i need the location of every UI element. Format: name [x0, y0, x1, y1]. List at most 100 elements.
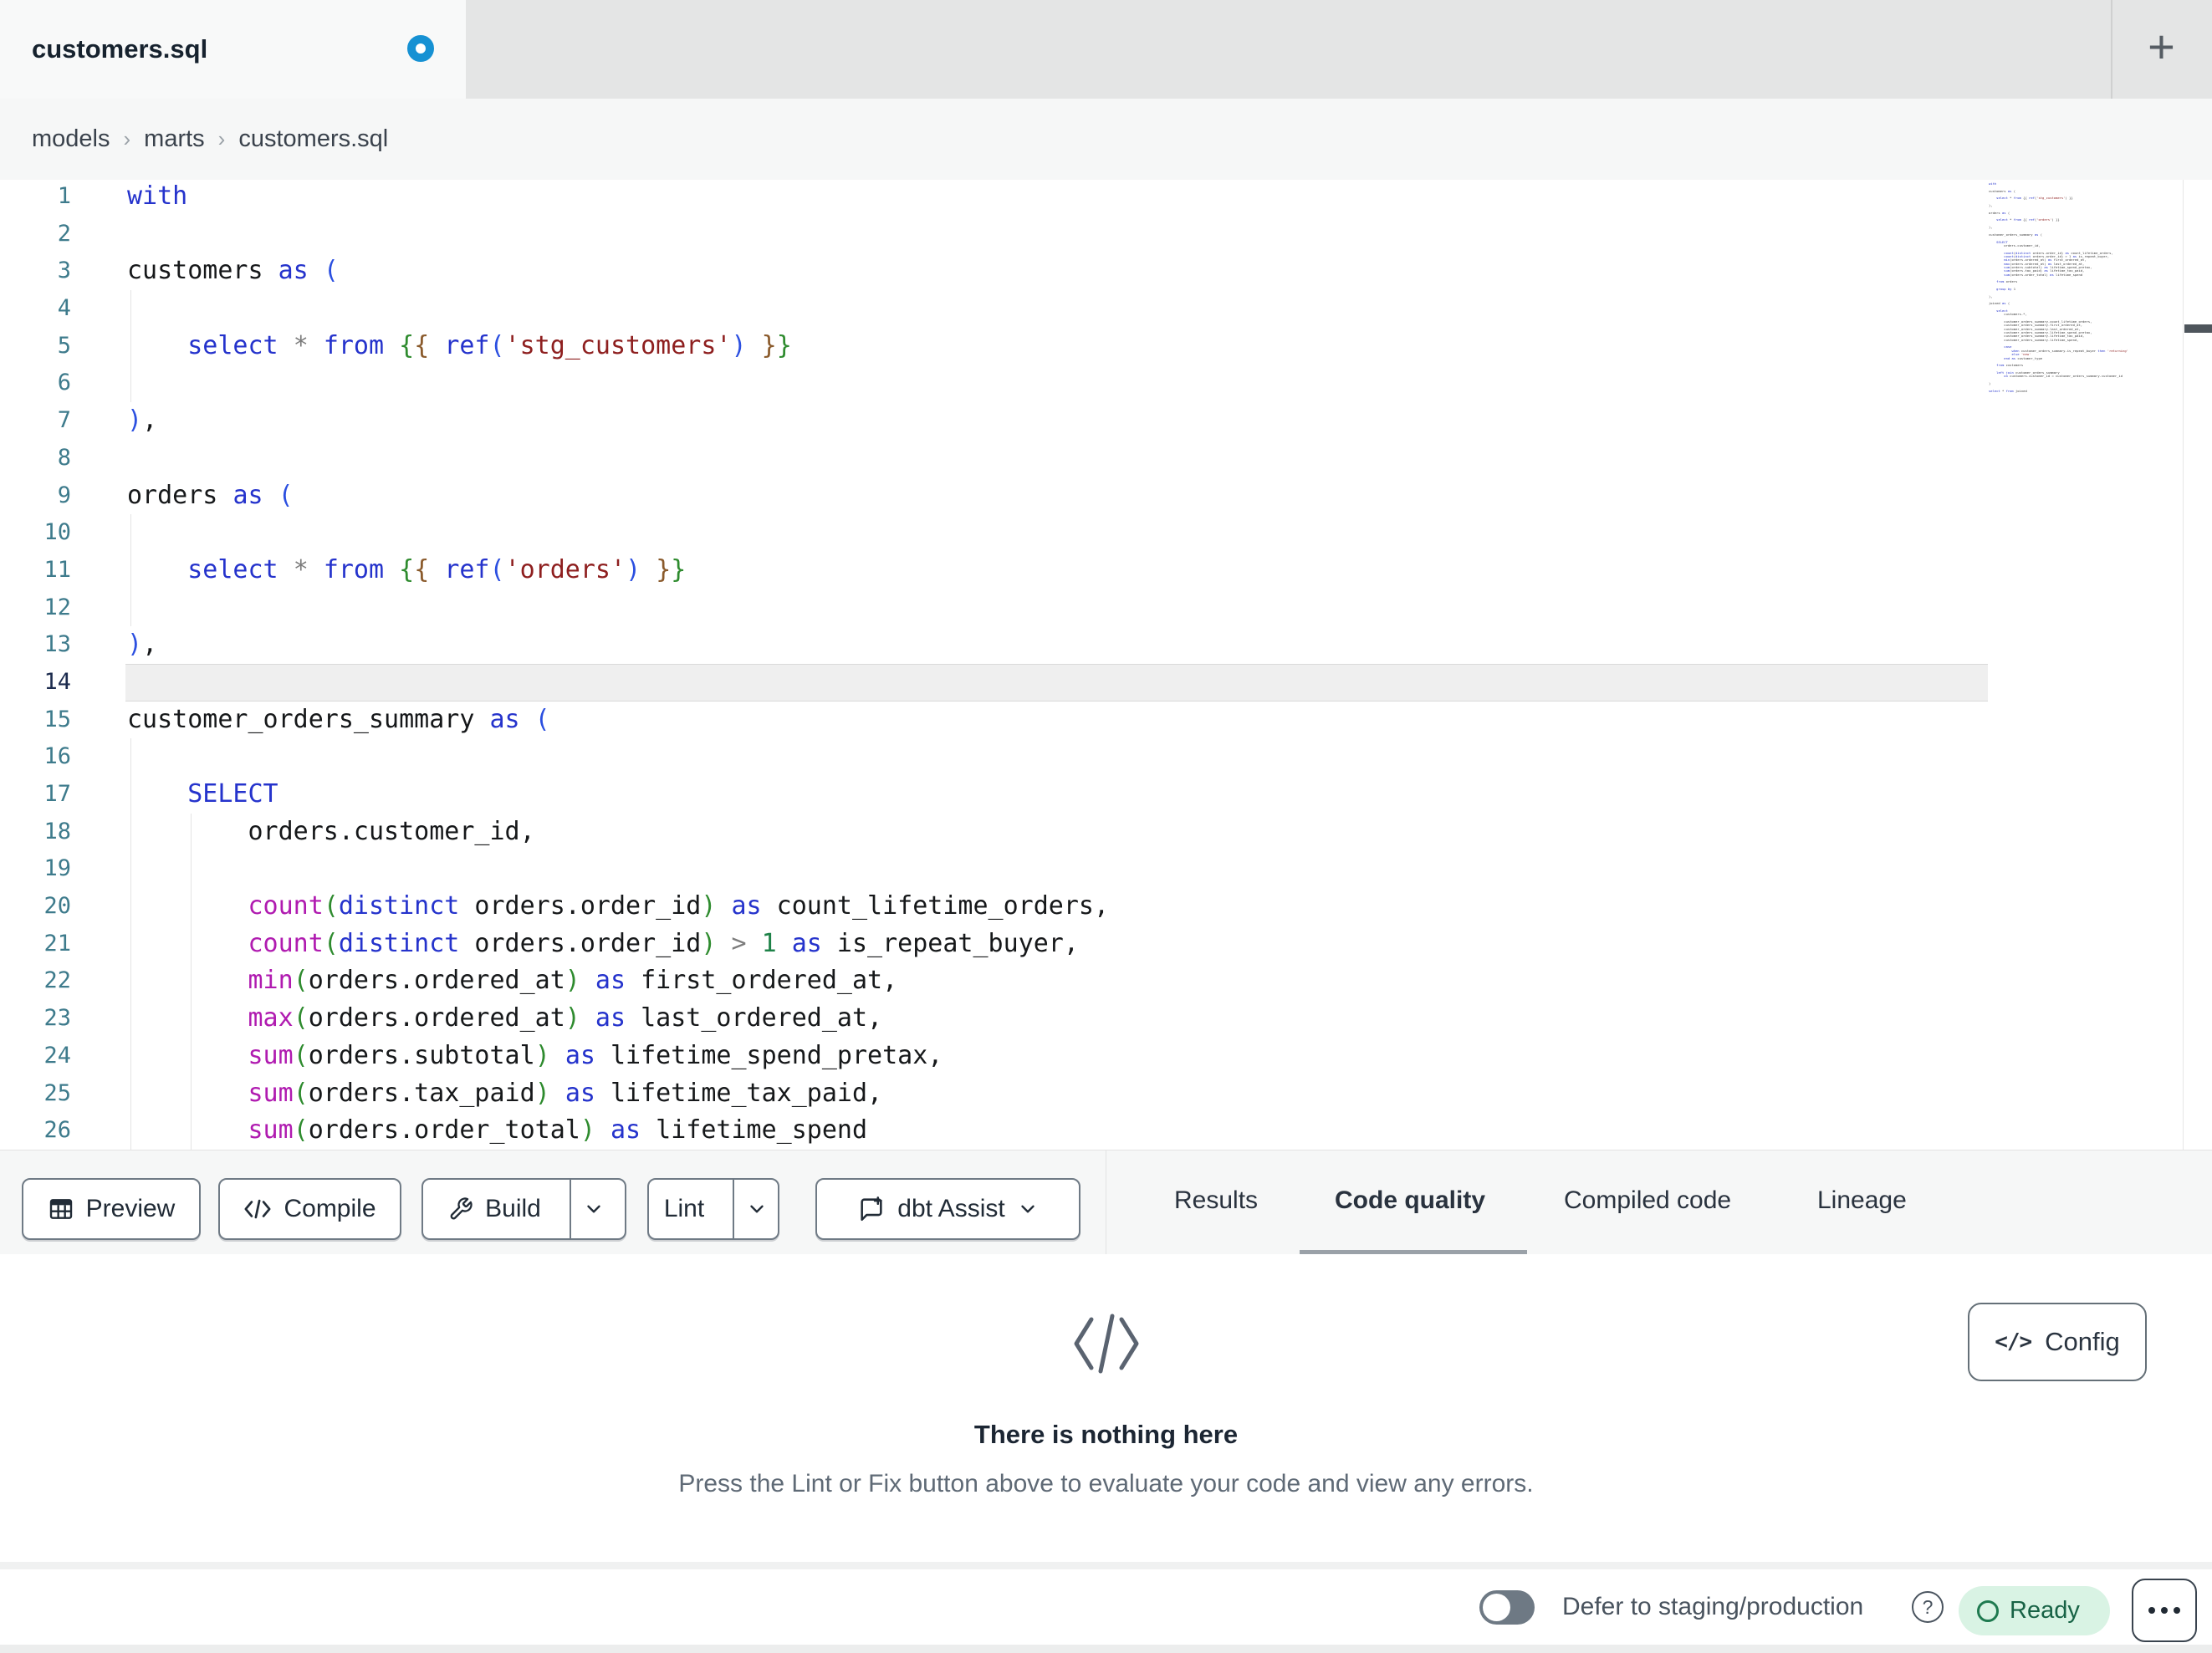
indent-guide	[191, 850, 192, 889]
breadcrumb-item-marts[interactable]: marts	[144, 125, 205, 153]
code-line[interactable]: 8	[0, 440, 2212, 477]
defer-toggle[interactable]	[1479, 1590, 1535, 1625]
minimap[interactable]: with customers as ( select * from {{ ref…	[1989, 182, 2181, 433]
line-number: 5	[57, 332, 71, 359]
line-number: 15	[43, 706, 71, 732]
breadcrumb: models › marts › customers.sql	[32, 99, 388, 180]
new-tab-button[interactable]: +	[2111, 0, 2212, 99]
code-line-text: count(distinct orders.order_id) as count…	[248, 891, 1110, 921]
line-number: 3	[57, 258, 71, 284]
line-number: 11	[43, 556, 71, 583]
tab-lineage[interactable]: Lineage	[1817, 1150, 1907, 1250]
code-line-text: sum(orders.tax_paid) as lifetime_tax_pai…	[248, 1078, 883, 1108]
code-line[interactable]: 10	[0, 514, 2212, 552]
line-number: 26	[43, 1117, 71, 1144]
code-line[interactable]: 17 SELECT	[0, 776, 2212, 814]
chat-sparkle-icon	[861, 1196, 883, 1222]
chevron-down-icon	[587, 1205, 600, 1213]
code-line[interactable]: 13),	[0, 626, 2212, 664]
line-number: 14	[43, 668, 71, 695]
indent-guide	[130, 738, 131, 776]
code-icon: </>	[1995, 1329, 2032, 1355]
compile-button[interactable]: Compile	[218, 1178, 401, 1240]
tab-compiled-code[interactable]: Compiled code	[1564, 1150, 1731, 1250]
code-line-text: SELECT	[187, 779, 278, 809]
lint-split-button: Lint	[647, 1178, 779, 1240]
line-number: 17	[43, 781, 71, 807]
config-button-label: Config	[2045, 1327, 2120, 1356]
line-number: 1	[57, 183, 71, 209]
code-line-text: select * from {{ ref('stg_customers') }}	[187, 330, 792, 360]
code-line[interactable]: 22 min(orders.ordered_at) as first_order…	[0, 962, 2212, 1001]
build-dropdown-button[interactable]	[569, 1180, 616, 1238]
dbt-assist-button[interactable]: dbt Assist	[815, 1178, 1080, 1240]
code-line[interactable]: 16	[0, 738, 2212, 776]
breadcrumb-separator-icon: ›	[217, 126, 226, 151]
code-line[interactable]: 26 sum(orders.order_total) as lifetime_s…	[0, 1112, 2212, 1150]
code-line-text: customers as (	[127, 256, 339, 286]
line-number: 12	[43, 594, 71, 620]
code-line[interactable]: 1 with	[0, 180, 2212, 216]
file-tab[interactable]: customers.sql	[0, 0, 466, 99]
code-line[interactable]: 9 orders as (	[0, 477, 2212, 515]
preview-button[interactable]: Preview	[22, 1178, 201, 1240]
code-line[interactable]: 19	[0, 850, 2212, 889]
code-line-text: customer_orders_summary as (	[127, 704, 550, 734]
dbt-ide-window: customers.sql + models › marts › custome…	[0, 0, 2212, 1653]
code-line[interactable]: 2	[0, 216, 2212, 253]
line-number: 19	[43, 855, 71, 882]
code-line[interactable]: 12	[0, 589, 2212, 627]
code-line[interactable]: 25 sum(orders.tax_paid) as lifetime_tax_…	[0, 1074, 2212, 1113]
code-icon	[1070, 1313, 1143, 1375]
code-line[interactable]: 14	[0, 663, 2212, 702]
tab-results[interactable]: Results	[1174, 1150, 1258, 1250]
empty-state-subtitle: Press the Lint or Fix button above to ev…	[678, 1470, 1534, 1497]
editor-toolbar: Preview Compile Build Lint dbt Assist Re…	[0, 1150, 2212, 1255]
line-number: 13	[43, 631, 71, 658]
code-editor[interactable]: 1 with 2 3 customers as ( 4 5 select * from {{…	[0, 180, 2212, 1150]
code-line[interactable]: 24 sum(orders.subtotal) as lifetime_spen…	[0, 1037, 2212, 1075]
build-button[interactable]: Build	[432, 1180, 558, 1238]
code-line[interactable]: 5 select * from {{ ref('stg_customers') …	[0, 327, 2212, 365]
code-line[interactable]: 21 count(distinct orders.order_id) > 1 a…	[0, 925, 2212, 963]
file-tab-title: customers.sql	[32, 34, 208, 64]
code-line[interactable]: 18 orders.customer_id,	[0, 813, 2212, 851]
config-button[interactable]: </> Config	[1968, 1303, 2147, 1381]
code-line-text: select * from {{ ref('orders') }}	[187, 554, 687, 584]
code-line[interactable]: 15 customer_orders_summary as (	[0, 702, 2212, 739]
code-line[interactable]: 23 max(orders.ordered_at) as last_ordere…	[0, 1000, 2212, 1038]
breadcrumb-item-file[interactable]: customers.sql	[238, 125, 388, 153]
code-line-text: ),	[127, 630, 158, 660]
line-number: 24	[43, 1042, 71, 1069]
ellipsis-icon	[2148, 1607, 2155, 1614]
code-line[interactable]: 6	[0, 365, 2212, 403]
code-line[interactable]: 7),	[0, 402, 2212, 440]
status-badge[interactable]: Ready	[1959, 1586, 2110, 1635]
more-options-button[interactable]	[2132, 1579, 2197, 1642]
breadcrumb-item-models[interactable]: models	[32, 125, 110, 153]
lint-dropdown-button[interactable]	[733, 1180, 779, 1238]
build-button-label: Build	[485, 1195, 541, 1222]
code-line-text: count(distinct orders.order_id) > 1 as i…	[248, 928, 1079, 958]
code-line-text: max(orders.ordered_at) as last_ordered_a…	[248, 1003, 883, 1033]
build-split-button: Build	[421, 1178, 626, 1240]
code-line[interactable]: 11 select * from {{ ref('orders') }}	[0, 551, 2212, 589]
code-line[interactable]: 3 customers as (	[0, 253, 2212, 290]
indent-guide	[130, 290, 131, 328]
breadcrumb-bar: models › marts › customers.sql Save	[0, 99, 2212, 268]
line-number: 8	[57, 444, 71, 471]
toggle-knob	[1483, 1594, 1510, 1621]
status-badge-label: Ready	[2010, 1597, 2080, 1624]
code-line-text: orders as (	[127, 480, 294, 510]
code-line-text: min(orders.ordered_at) as first_ordered_…	[248, 966, 898, 996]
code-line[interactable]: 4	[0, 290, 2212, 328]
tab-code-quality[interactable]: Code quality	[1335, 1150, 1485, 1250]
lint-button[interactable]: Lint	[647, 1180, 721, 1238]
help-icon[interactable]: ?	[1912, 1591, 1944, 1623]
line-number: 4	[57, 295, 71, 322]
line-number: 21	[43, 930, 71, 957]
unsaved-changes-dot-icon	[407, 35, 434, 62]
scrollbar-thumb[interactable]	[2184, 324, 2212, 333]
scrollbar-track	[2183, 180, 2184, 1150]
code-line[interactable]: 20 count(distinct orders.order_id) as co…	[0, 888, 2212, 926]
